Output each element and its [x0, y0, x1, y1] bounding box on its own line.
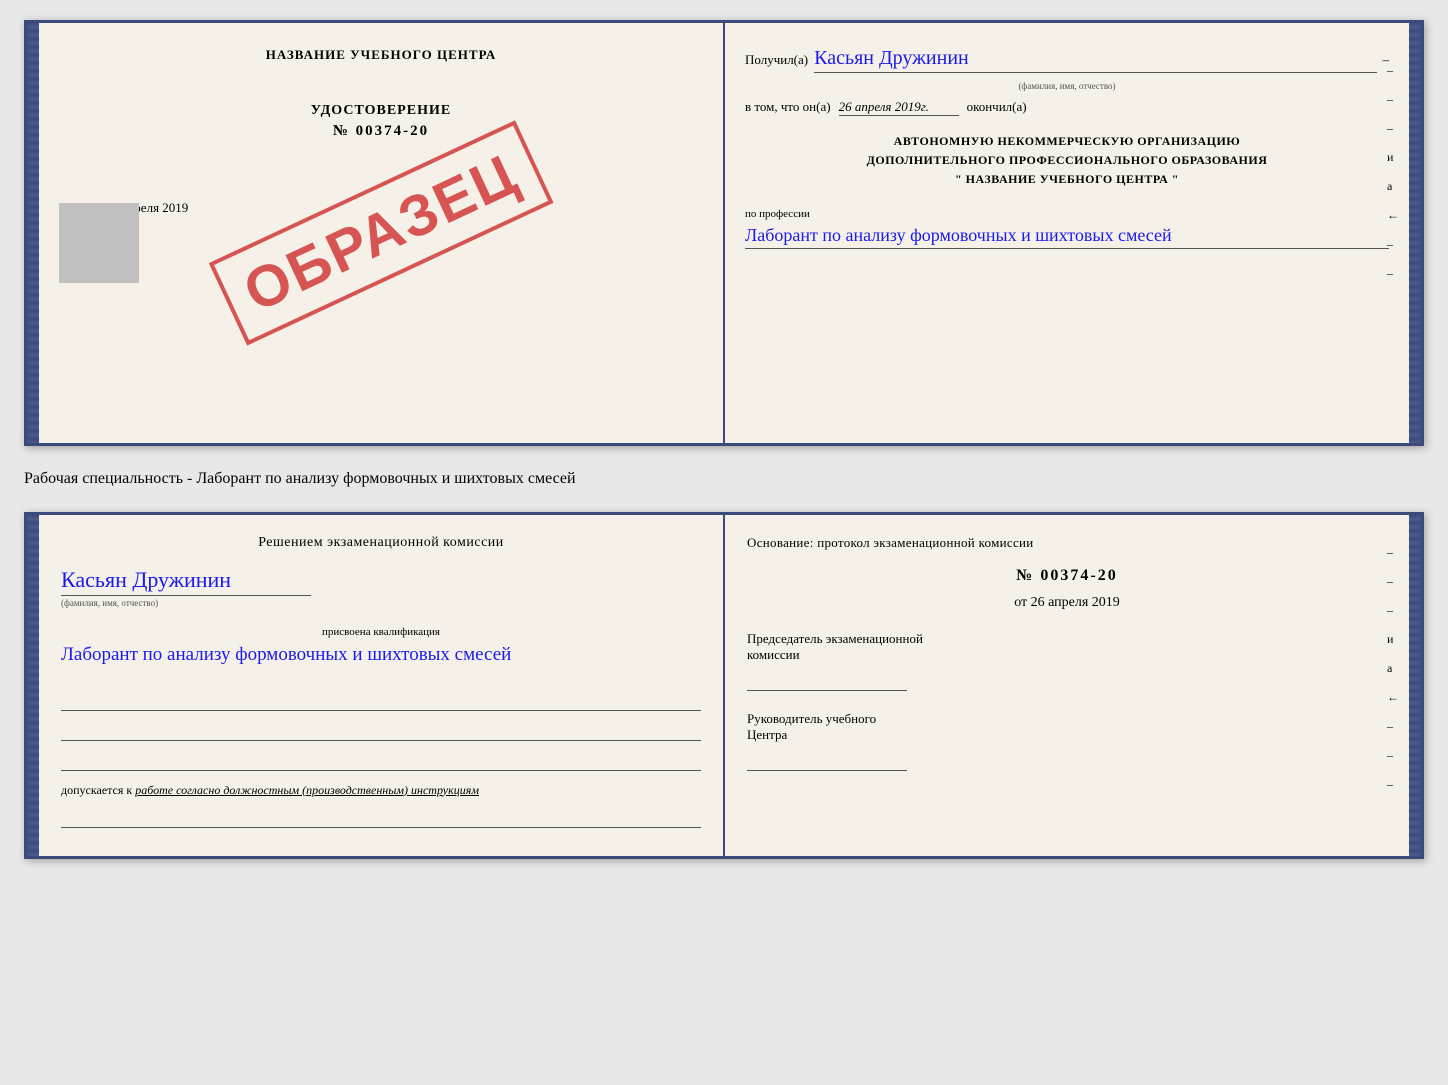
bottom-spine-left	[27, 515, 39, 856]
org-line3: " НАЗВАНИЕ УЧЕБНОГО ЦЕНТРА "	[745, 170, 1389, 189]
top-cert-header: НАЗВАНИЕ УЧЕБНОГО ЦЕНТРА	[59, 47, 703, 63]
vtom-label: в том, что он(а)	[745, 99, 831, 115]
prisvoena-label: присвоена квалификация	[61, 626, 701, 638]
rukovoditel-block: Руководитель учебного Центра	[747, 711, 1387, 771]
mp-label: М.П.	[59, 236, 703, 252]
side-char-8: –	[1387, 266, 1399, 281]
rsc-5: а	[1387, 661, 1399, 676]
right-side-chars: – – – и а ← – – –	[1387, 545, 1399, 792]
obrazec-stamp: ОБРАЗЕЦ	[209, 120, 553, 345]
udostoverenie-block: УДОСТОВЕРЕНИЕ № 00374-20	[59, 103, 703, 140]
rsc-9: –	[1387, 777, 1399, 792]
photo-placeholder	[59, 203, 139, 283]
vtom-date: 26 апреля 2019г.	[839, 99, 959, 116]
fio-subtitle-bottom: (фамилия, имя, отчество)	[61, 598, 701, 608]
predsedatel-block: Председатель экзаменационной комиссии	[747, 631, 1387, 691]
rsc-7: –	[1387, 719, 1399, 734]
cert-spine-right	[1409, 23, 1421, 443]
side-char-2: –	[1387, 92, 1399, 107]
rsc-8: –	[1387, 748, 1399, 763]
udost-number: № 00374-20	[59, 123, 703, 140]
bottom-spine-right	[1409, 515, 1421, 856]
bottom-certificate-book: Решением экзаменационной комиссии Касьян…	[24, 512, 1424, 859]
org-block: АВТОНОМНУЮ НЕКОММЕРЧЕСКУЮ ОРГАНИЗАЦИЮ ДО…	[745, 132, 1389, 190]
kassian-name-block: Касьян Дружинин (фамилия, имя, отчество)	[61, 567, 701, 608]
side-char-7: –	[1387, 237, 1399, 252]
poluchil-row: Получил(а) Касьян Дружинин –	[745, 47, 1389, 73]
top-certificate-book: НАЗВАНИЕ УЧЕБНОГО ЦЕНТРА УДОСТОВЕРЕНИЕ №…	[24, 20, 1424, 446]
top-cert-right-panel: Получил(а) Касьян Дружинин – (фамилия, и…	[725, 23, 1409, 443]
side-char-3: –	[1387, 121, 1399, 136]
rukovoditel-signature-line	[747, 751, 907, 771]
osnovanie-title: Основание: протокол экзаменационной коми…	[747, 535, 1387, 551]
sig-line-1	[61, 689, 701, 711]
cert-spine-left	[27, 23, 39, 443]
rsc-2: –	[1387, 574, 1399, 589]
org-line2: ДОПОЛНИТЕЛЬНОГО ПРОФЕССИОНАЛЬНОГО ОБРАЗО…	[745, 151, 1389, 170]
predsedatel-signature-line	[747, 671, 907, 691]
bottom-signature-lines	[61, 689, 701, 771]
predsedatel-line1: Председатель экзаменационной	[747, 631, 1387, 647]
rsc-4: и	[1387, 632, 1399, 647]
rsc-3: –	[1387, 603, 1399, 618]
side-char-4: и	[1387, 150, 1399, 165]
fio-subtitle-top: (фамилия, имя, отчество)	[745, 81, 1389, 91]
resheniem-title: Решением экзаменационной комиссии	[61, 535, 701, 551]
sig-line-3	[61, 749, 701, 771]
prisvoena-block: присвоена квалификация Лаборант по анали…	[61, 626, 701, 669]
top-cert-left-panel: НАЗВАНИЕ УЧЕБНОГО ЦЕНТРА УДОСТОВЕРЕНИЕ №…	[39, 23, 725, 443]
vtom-row: в том, что он(а) 26 апреля 2019г. окончи…	[745, 99, 1389, 116]
vydano-row: Выдано 26 апреля 2019	[59, 200, 703, 216]
udost-title: УДОСТОВЕРЕНИЕ	[59, 103, 703, 119]
bottom-cert-left-panel: Решением экзаменационной комиссии Касьян…	[39, 515, 725, 856]
protocol-number: № 00374-20	[747, 567, 1387, 585]
side-chars: – – – и а ← – –	[1387, 63, 1399, 281]
protocol-date-value: 26 апреля 2019	[1031, 595, 1120, 610]
side-char-6: ←	[1387, 208, 1399, 223]
rsc-1: –	[1387, 545, 1399, 560]
poluchil-label: Получил(а)	[745, 52, 808, 68]
side-char-5: а	[1387, 179, 1399, 194]
kvalif-value: Лаборант по анализу формовочных и шихтов…	[61, 642, 701, 669]
ot-label: от	[1014, 595, 1027, 610]
poluchil-name: Касьян Дружинин	[814, 47, 1376, 73]
dopuskaetsya-block: допускается к работе согласно должностны…	[61, 783, 701, 798]
org-line1: АВТОНОМНУЮ НЕКОММЕРЧЕСКУЮ ОРГАНИЗАЦИЮ	[745, 132, 1389, 151]
sig-line-4	[61, 806, 701, 828]
side-char-1: –	[1387, 63, 1399, 78]
po-professii-block: по профессии Лаборант по анализу формово…	[745, 206, 1389, 249]
kassian-name: Касьян Дружинин	[61, 567, 311, 596]
rukovoditel-line2: Центра	[747, 727, 1387, 743]
okoncil-label: окончил(а)	[967, 99, 1027, 115]
professiya-value: Лаборант по анализу формовочных и шихтов…	[745, 223, 1389, 249]
dopuskaetsya-value: работе согласно должностным (производств…	[135, 783, 479, 797]
page-wrapper: НАЗВАНИЕ УЧЕБНОГО ЦЕНТРА УДОСТОВЕРЕНИЕ №…	[24, 20, 1424, 859]
po-professii-label: по профессии	[745, 208, 810, 220]
sig-line-2	[61, 719, 701, 741]
protocol-date: от 26 апреля 2019	[747, 595, 1387, 611]
predsedatel-line2: комиссии	[747, 647, 1387, 663]
rukovoditel-line1: Руководитель учебного	[747, 711, 1387, 727]
bottom-cert-right-panel: Основание: протокол экзаменационной коми…	[725, 515, 1409, 856]
specialty-text: Рабочая специальность - Лаборант по анал…	[24, 462, 1424, 496]
rsc-6: ←	[1387, 690, 1399, 705]
dopuskaetsya-label: допускается к	[61, 783, 132, 797]
